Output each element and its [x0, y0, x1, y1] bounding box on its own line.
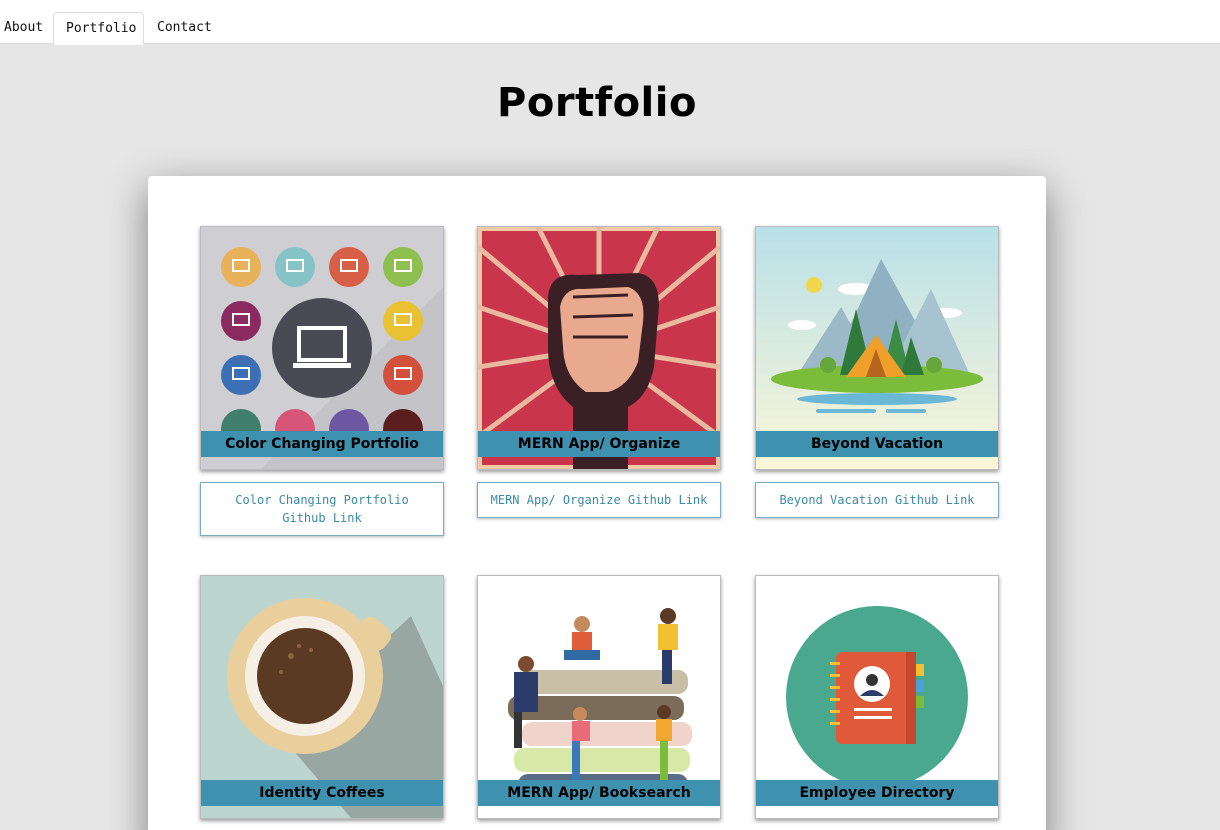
tab-about[interactable]: About: [0, 12, 52, 44]
project-card-beyond-vacation[interactable]: Beyond Vacation: [755, 226, 999, 470]
project-title: MERN App/ Organize: [478, 431, 720, 457]
project-title: Employee Directory: [756, 780, 998, 806]
github-link-beyond-vacation[interactable]: Beyond Vacation Github Link: [755, 482, 999, 518]
project-card-mern-booksearch[interactable]: MERN App/ Booksearch: [477, 575, 721, 819]
github-link-mern-organize[interactable]: MERN App/ Organize Github Link: [477, 482, 721, 518]
page-title: Portfolio: [497, 80, 697, 126]
project-card-mern-organize[interactable]: MERN App/ Organize: [477, 226, 721, 470]
project-title: Identity Coffees: [201, 780, 443, 806]
tab-contact[interactable]: Contact: [145, 12, 220, 44]
portfolio-panel: Color Changing Portfolio Color Changing …: [148, 176, 1046, 830]
project-title: Color Changing Portfolio: [201, 431, 443, 457]
github-link-color-changing-portfolio[interactable]: Color Changing Portfolio Github Link: [200, 482, 444, 536]
project-title: Beyond Vacation: [756, 431, 998, 457]
project-card-identity-coffees[interactable]: Identity Coffees: [200, 575, 444, 819]
tab-portfolio[interactable]: Portfolio: [53, 12, 144, 45]
project-title: MERN App/ Booksearch: [478, 780, 720, 806]
project-card-color-changing-portfolio[interactable]: Color Changing Portfolio: [200, 226, 444, 470]
top-nav: About Portfolio Contact: [0, 0, 1220, 45]
project-card-employee-directory[interactable]: Employee Directory: [755, 575, 999, 819]
